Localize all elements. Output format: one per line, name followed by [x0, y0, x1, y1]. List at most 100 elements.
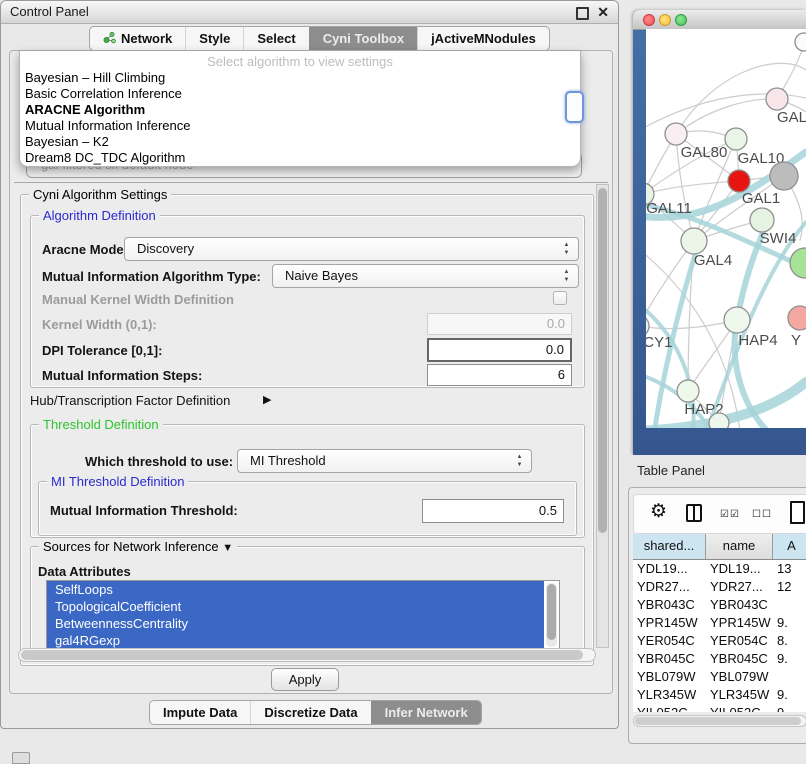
attribute-item-selfloops[interactable]: SelfLoops	[47, 581, 544, 598]
tab-discretize-data[interactable]: Discretize Data	[250, 701, 370, 724]
kernel-width-field[interactable]: 0.0	[427, 313, 572, 335]
tab-infer-network[interactable]: Infer Network	[371, 701, 481, 724]
mi-type-combo[interactable]: Naive Bayes ▲▼	[272, 264, 579, 288]
network-node-label: GCY1	[646, 334, 672, 351]
network-node-gal80[interactable]	[665, 123, 687, 145]
dpi-tolerance-label: DPI Tolerance [0,1]:	[42, 343, 162, 358]
unchecked-pair-icon[interactable]: ☐☐	[752, 509, 772, 520]
split-columns-icon[interactable]	[686, 504, 702, 522]
algorithm-combo-focus-fragment[interactable]	[565, 91, 584, 123]
settings-hscroll-thumb[interactable]	[21, 650, 583, 660]
table-row-ybl079w[interactable]: YBL079WYBL079W	[633, 668, 806, 686]
gear-icon[interactable]: ⚙	[650, 500, 667, 523]
network-node-swi4[interactable]	[750, 208, 774, 232]
algorithm-dropdown-items: Bayesian – Hill ClimbingBasic Correlatio…	[20, 70, 580, 166]
algorithm-option-dream8-dc-tdc-algorithm[interactable]: Dream8 DC_TDC Algorithm	[20, 150, 580, 166]
table-row-ybr043c[interactable]: YBR043CYBR043C	[633, 596, 806, 614]
network-node-gal1[interactable]	[728, 170, 750, 192]
network-node-label: SWI4	[760, 230, 797, 247]
table-row-yer054c[interactable]: YER054CYER054C8.	[633, 632, 806, 650]
table-cell: 13	[773, 560, 806, 578]
network-canvas[interactable]: GALGAL80GAL10GAL1GAL11SWI4GAL4GCY1HAP4YH…	[646, 29, 806, 428]
network-node-unlabeled[interactable]	[795, 33, 806, 51]
kernel-width-label: Kernel Width (0,1):	[42, 317, 157, 332]
tab-impute-data[interactable]: Impute Data	[150, 701, 250, 724]
mi-threshold-field[interactable]: 0.5	[422, 499, 564, 523]
network-node-gal4[interactable]	[681, 228, 707, 254]
control-panel-titlebar[interactable]: Control Panel ✕	[1, 1, 618, 24]
algorithm-option-aracne-algorithm[interactable]: ARACNE Algorithm	[20, 102, 580, 118]
tab-label: Discretize Data	[264, 705, 357, 720]
attribute-item-gal4rgexp[interactable]: gal4RGexp	[47, 632, 544, 649]
table-cell	[773, 596, 806, 614]
control-panel-title: Control Panel	[10, 1, 89, 23]
manual-kernel-checkbox[interactable]	[553, 291, 567, 305]
float-window-icon[interactable]	[576, 7, 589, 20]
attribute-item-topologicalcoefficient[interactable]: TopologicalCoefficient	[47, 598, 544, 615]
mi-type-label: Mutual Information Algorithm Type:	[42, 269, 261, 284]
table-row-ypr145w[interactable]: YPR145WYPR145W9.	[633, 614, 806, 632]
document-icon[interactable]	[790, 501, 805, 524]
network-node-hap2[interactable]	[677, 380, 699, 402]
expand-right-icon[interactable]: ▶	[263, 393, 271, 406]
network-window-titlebar[interactable]	[633, 10, 806, 30]
table-row-ydl19[interactable]: YDL19...YDL19...13	[633, 560, 806, 578]
attributes-scrollbar[interactable]	[546, 583, 557, 647]
table-cell: YER054C	[706, 632, 773, 650]
collapse-down-icon[interactable]: ▼	[222, 542, 233, 554]
close-traffic-light[interactable]	[643, 14, 655, 26]
tab-network[interactable]: Network	[90, 27, 185, 50]
minimized-panel-icon[interactable]	[12, 752, 30, 764]
network-node-unlabeled[interactable]	[790, 248, 806, 278]
checked-pair-icon[interactable]: ☑☑	[720, 509, 740, 520]
column-header-shared[interactable]: shared...	[633, 534, 706, 559]
mi-threshold-group-title: MI Threshold Definition	[47, 474, 188, 489]
data-attributes-label: Data Attributes	[38, 564, 131, 579]
settings-horizontal-scrollbar[interactable]	[18, 648, 596, 662]
network-node-hap4[interactable]	[724, 307, 750, 333]
network-node-unlabeled[interactable]	[709, 413, 729, 428]
column-header-name[interactable]: name	[706, 534, 773, 559]
attribute-item-betweennesscentrality[interactable]: BetweennessCentrality	[47, 615, 544, 632]
network-edge	[676, 99, 777, 134]
network-node-label: GAL4	[694, 252, 732, 269]
tab-style[interactable]: Style	[185, 27, 243, 50]
table-horizontal-scrollbar[interactable]	[633, 715, 806, 727]
settings-vertical-scrollbar[interactable]	[596, 184, 609, 648]
apply-button[interactable]: Apply	[271, 668, 339, 691]
minimize-traffic-light[interactable]	[659, 14, 671, 26]
column-header-a[interactable]: A	[773, 534, 806, 559]
dpi-tolerance-value: 0.0	[546, 342, 564, 357]
network-node-unlabeled[interactable]	[770, 162, 798, 190]
network-node-y[interactable]	[788, 306, 806, 330]
mi-steps-label: Mutual Information Steps:	[42, 368, 202, 383]
network-node-gal10[interactable]	[725, 128, 747, 150]
table-cell: YDL19...	[706, 560, 773, 578]
network-node-gal[interactable]	[766, 88, 788, 110]
table-panel-card: ⚙ ☑☑ ☐☐ shared...nameA YDL19...YDL19...1…	[628, 487, 806, 744]
zoom-traffic-light[interactable]	[675, 14, 687, 26]
mi-steps-field[interactable]: 6	[427, 364, 572, 386]
table-cell: YBL079W	[706, 668, 773, 686]
table-hscroll-thumb[interactable]	[635, 717, 801, 725]
attributes-scrollbar-thumb[interactable]	[547, 584, 556, 640]
table-row-ylr345w[interactable]: YLR345WYLR345W9.	[633, 686, 806, 704]
dpi-tolerance-field[interactable]: 0.0	[427, 338, 572, 362]
tab-cyni-toolbox[interactable]: Cyni Toolbox	[309, 27, 417, 50]
table-row-yil052c[interactable]: YIL052CYIL052C9	[633, 704, 806, 712]
tab-jactivemnodules[interactable]: jActiveMNodules	[417, 27, 549, 50]
aracne-mode-combo[interactable]: Discovery ▲▼	[124, 237, 579, 261]
table-row-ybr045c[interactable]: YBR045CYBR045C9.	[633, 650, 806, 668]
which-threshold-combo[interactable]: MI Threshold ▲▼	[237, 449, 532, 473]
algorithm-option-basic-correlation-inference[interactable]: Basic Correlation Inference	[20, 86, 580, 102]
table-row-ydr27[interactable]: YDR27...YDR27...12	[633, 578, 806, 596]
algorithm-option-bayesian-hill-climbing[interactable]: Bayesian – Hill Climbing	[20, 70, 580, 86]
node-table: shared...nameA YDL19...YDL19...13YDR27..…	[633, 534, 806, 712]
settings-vscroll-thumb[interactable]	[598, 188, 607, 533]
algorithm-option-bayesian-k2[interactable]: Bayesian – K2	[20, 134, 580, 150]
close-icon[interactable]: ✕	[597, 3, 609, 21]
algorithm-option-mutual-information-inference[interactable]: Mutual Information Inference	[20, 118, 580, 134]
algorithm-definition-title: Algorithm Definition	[39, 208, 160, 223]
table-cell: YIL052C	[706, 704, 773, 712]
tab-select[interactable]: Select	[243, 27, 308, 50]
